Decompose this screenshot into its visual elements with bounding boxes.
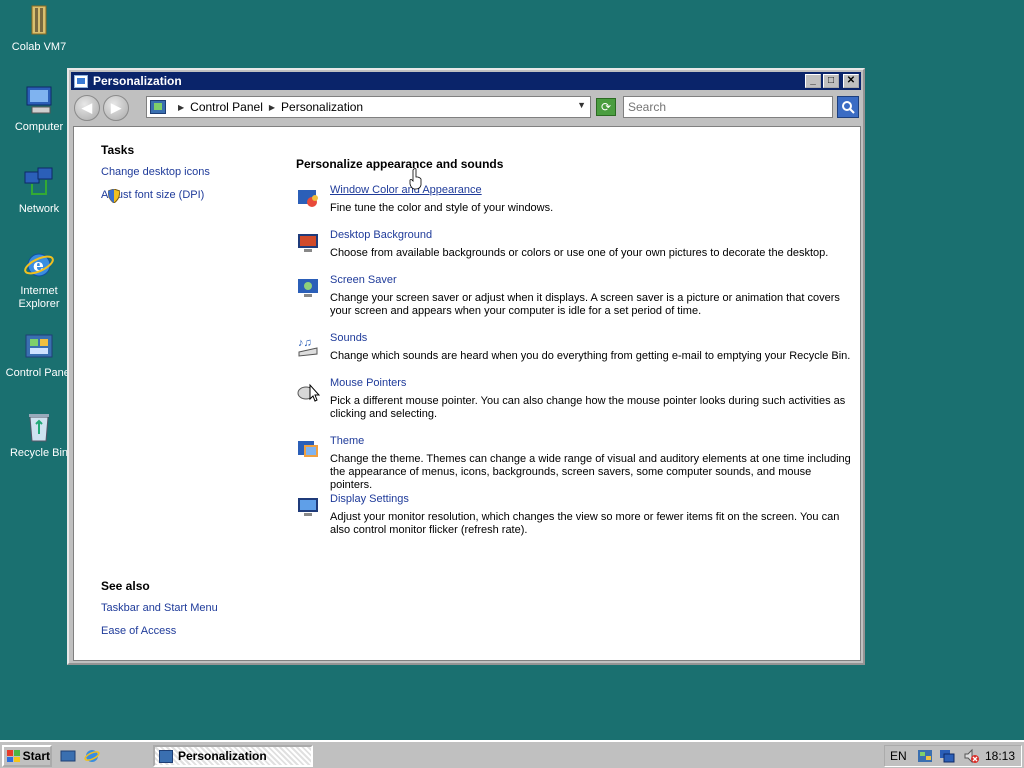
desktop-icon-label: Computer: [14, 121, 64, 133]
desktop-icon-internet-explorer[interactable]: e Internet Explorer: [4, 248, 74, 311]
item-description: Choose from available backgrounds or col…: [330, 247, 829, 259]
back-button[interactable]: ◀: [74, 95, 100, 121]
maximize-icon: □: [827, 75, 835, 86]
breadcrumb-personalization[interactable]: Personalization: [281, 100, 363, 114]
title-bar[interactable]: Personalization _ □ ✕: [71, 72, 861, 90]
internet-explorer-icon[interactable]: [84, 748, 100, 764]
desktop-icon-label: Colab VM7: [11, 41, 67, 53]
desktop-icon-recycle-bin[interactable]: Recycle Bin: [4, 410, 74, 460]
start-button[interactable]: Start: [2, 745, 52, 767]
desktop-icon-computer[interactable]: Computer: [4, 84, 74, 134]
taskbar-button-personalization[interactable]: Personalization: [153, 745, 313, 767]
back-arrow-icon: ◀: [82, 100, 92, 115]
adjust-font-size-link[interactable]: Adjust font size (DPI): [101, 189, 204, 203]
display-settings-icon: [298, 498, 318, 516]
control-panel-icon: [159, 749, 173, 763]
desktop-background-icon: [298, 234, 318, 252]
system-tray: 18:13: [884, 745, 1022, 767]
desktop-icon-label: Control Panel: [5, 367, 73, 379]
item-description: Fine tune the color and style of your wi…: [330, 202, 554, 214]
desktop-icon-colab-vm7[interactable]: Colab VM7: [4, 4, 74, 54]
volume-muted-icon[interactable]: [963, 748, 979, 764]
item-description: Change the theme. Themes can change a wi…: [330, 453, 851, 491]
sounds-link[interactable]: Sounds: [330, 332, 367, 344]
taskbar-start-menu-link[interactable]: Taskbar and Start Menu: [101, 602, 218, 614]
start-label: Start: [22, 749, 50, 763]
item-description: Change your screen saver or adjust when …: [330, 292, 840, 317]
control-panel-icon: [150, 100, 166, 114]
screen-saver-icon: [298, 279, 318, 297]
ease-of-access-link[interactable]: Ease of Access: [101, 625, 176, 637]
chevron-down-icon[interactable]: ▼: [577, 100, 586, 110]
desktop-icon-label: Recycle Bin: [9, 447, 69, 459]
refresh-button[interactable]: ⟳: [596, 98, 616, 116]
security-center-icon[interactable]: [917, 748, 933, 764]
close-icon: ✕: [846, 75, 856, 86]
taskbar: Start Personalization EN 18:13: [0, 740, 1024, 768]
display-settings-link[interactable]: Display Settings: [330, 493, 409, 505]
tasks-heading: Tasks: [101, 143, 135, 157]
clock[interactable]: 18:13: [985, 749, 1015, 763]
mouse-pointers-icon: [297, 383, 320, 402]
show-desktop-icon[interactable]: [60, 748, 76, 764]
network-status-icon[interactable]: [939, 748, 957, 764]
breadcrumb-separator-icon: ▶: [178, 102, 185, 112]
forward-button[interactable]: ▶: [103, 95, 129, 121]
task-pane: Tasks Change desktop icons Adjust font s…: [74, 127, 274, 660]
control-panel-icon: [74, 74, 88, 88]
search-input[interactable]: [623, 96, 833, 118]
personalization-window: Personalization _ □ ✕ ◀ ▶ ▶ Control Pane…: [67, 68, 865, 665]
search-button[interactable]: [837, 96, 859, 118]
refresh-icon: ⟳: [600, 100, 612, 114]
maximize-button[interactable]: □: [823, 74, 839, 88]
taskbar-button-label: Personalization: [178, 749, 267, 763]
desktop-icon-control-panel[interactable]: Control Panel: [4, 330, 74, 380]
window-color-icon: [298, 190, 318, 207]
minimize-icon: _: [810, 75, 816, 86]
screen-saver-link[interactable]: Screen Saver: [330, 274, 397, 286]
item-description: Pick a different mouse pointer. You can …: [330, 395, 846, 420]
navigation-bar: ◀ ▶ ▶ Control Panel ▶ Personalization ▼ …: [71, 92, 861, 124]
see-also-heading: See also: [101, 579, 150, 593]
sounds-icon: ♪♫: [298, 337, 318, 357]
page-title: Personalize appearance and sounds: [296, 157, 504, 171]
theme-icon: [298, 441, 318, 457]
svg-text:♪♫: ♪♫: [298, 337, 312, 349]
recycle-bin-icon: [22, 410, 56, 444]
internet-explorer-icon: e: [22, 248, 56, 282]
forward-arrow-icon: ▶: [111, 100, 121, 115]
search-icon: [842, 101, 855, 114]
shield-icon: [108, 189, 120, 203]
desktop-icon-label: Network: [18, 203, 60, 215]
mouse-pointers-link[interactable]: Mouse Pointers: [330, 377, 406, 389]
change-desktop-icons-link[interactable]: Change desktop icons: [101, 166, 210, 178]
content-area: Tasks Change desktop icons Adjust font s…: [73, 126, 861, 661]
folder-icon: [22, 4, 56, 38]
windows-logo-icon: [7, 750, 20, 762]
desktop-icon-network[interactable]: Network: [4, 166, 74, 216]
theme-link[interactable]: Theme: [330, 435, 364, 447]
computer-icon: [22, 84, 56, 118]
item-description: Adjust your monitor resolution, which ch…: [330, 511, 840, 536]
desktop-background-link[interactable]: Desktop Background: [330, 229, 432, 241]
network-icon: [22, 166, 56, 200]
window-title: Personalization: [93, 74, 182, 88]
address-bar[interactable]: ▶ Control Panel ▶ Personalization ▼: [146, 96, 591, 118]
minimize-button[interactable]: _: [805, 74, 821, 88]
item-description: Change which sounds are heard when you d…: [330, 350, 851, 362]
control-panel-icon: [22, 330, 56, 364]
breadcrumb-separator-icon: ▶: [268, 102, 276, 112]
window-color-appearance-link[interactable]: Window Color and Appearance: [330, 184, 482, 196]
breadcrumb-control-panel[interactable]: Control Panel: [190, 100, 263, 114]
desktop-icon-label: Internet Explorer: [18, 285, 60, 310]
close-button[interactable]: ✕: [843, 74, 859, 88]
hand-cursor-icon: [409, 168, 422, 190]
